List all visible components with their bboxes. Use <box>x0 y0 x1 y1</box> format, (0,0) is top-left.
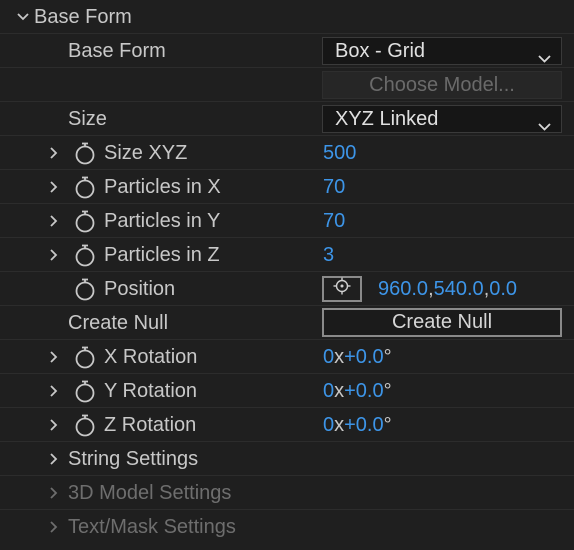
y-rotation-degree-symbol: ° <box>383 380 392 402</box>
x-rotation-degrees[interactable]: +0.0 <box>344 346 383 368</box>
size-row: Size XYZ Linked <box>0 102 574 136</box>
z-rotation-label: Z Rotation <box>104 414 197 436</box>
stopwatch-icon[interactable] <box>74 379 96 403</box>
size-label: Size <box>68 108 107 130</box>
z-rotation-revolutions[interactable]: 0 <box>323 414 334 436</box>
chevron-down-icon <box>538 46 551 69</box>
position-x-value[interactable]: 960.0 <box>378 278 428 300</box>
particles-in-x-row: Particles in X 70 <box>0 170 574 204</box>
size-selected: XYZ Linked <box>335 108 439 130</box>
chevron-right-icon[interactable] <box>48 179 60 195</box>
chevron-right-icon[interactable] <box>48 417 60 433</box>
chevron-right-icon[interactable] <box>48 213 60 229</box>
particles-in-y-label: Particles in Y <box>104 210 221 232</box>
chevron-right-icon[interactable] <box>48 383 60 399</box>
chevron-down-icon[interactable] <box>17 9 29 25</box>
particles-in-y-row: Particles in Y 70 <box>0 204 574 238</box>
z-rotation-x-sign: x <box>334 414 345 436</box>
z-rotation-value: 0x+0.0° <box>323 408 392 442</box>
y-rotation-x-sign: x <box>334 380 345 402</box>
chevron-right-icon[interactable] <box>48 247 60 263</box>
choose-model-row: Choose Model... <box>0 68 574 102</box>
chevron-down-icon <box>538 114 551 137</box>
choose-model-button: Choose Model... <box>322 71 562 99</box>
base-form-row: Base Form Box - Grid <box>0 34 574 68</box>
create-null-row: Create Null Create Null <box>0 306 574 340</box>
base-form-dropdown[interactable]: Box - Grid <box>322 37 562 65</box>
y-rotation-value: 0x+0.0° <box>323 374 392 408</box>
particles-in-z-row: Particles in Z 3 <box>0 238 574 272</box>
stopwatch-icon[interactable] <box>74 277 96 301</box>
position-target-button[interactable] <box>322 276 362 302</box>
chevron-right-icon[interactable] <box>48 451 60 467</box>
section-header-base-form[interactable]: Base Form <box>0 0 574 34</box>
y-rotation-revolutions[interactable]: 0 <box>323 380 334 402</box>
create-null-label: Create Null <box>68 312 169 334</box>
stopwatch-icon[interactable] <box>74 243 96 267</box>
particles-in-z-label: Particles in Z <box>104 244 220 266</box>
position-label: Position <box>104 278 176 300</box>
x-rotation-label: X Rotation <box>104 346 198 368</box>
particles-in-y-value[interactable]: 70 <box>323 204 345 238</box>
position-value: 960.0,540.0,0.0 <box>378 272 517 306</box>
text-mask-settings-group[interactable]: Text/Mask Settings <box>0 510 574 544</box>
y-rotation-degrees[interactable]: +0.0 <box>344 380 383 402</box>
particles-in-z-value[interactable]: 3 <box>323 238 334 272</box>
stopwatch-icon[interactable] <box>74 175 96 199</box>
z-rotation-degrees[interactable]: +0.0 <box>344 414 383 436</box>
z-rotation-degree-symbol: ° <box>383 414 392 436</box>
particles-in-x-label: Particles in X <box>104 176 221 198</box>
stopwatch-icon[interactable] <box>74 345 96 369</box>
z-rotation-row: Z Rotation 0x+0.0° <box>0 408 574 442</box>
string-settings-group[interactable]: String Settings <box>0 442 574 476</box>
section-title: Base Form <box>34 6 132 28</box>
particles-in-x-value[interactable]: 70 <box>323 170 345 204</box>
string-settings-label: String Settings <box>68 448 199 470</box>
stopwatch-icon[interactable] <box>74 141 96 165</box>
base-form-label: Base Form <box>68 40 166 62</box>
size-xyz-value[interactable]: 500 <box>323 136 356 170</box>
position-z-value[interactable]: 0.0 <box>489 278 517 300</box>
chevron-right-icon[interactable] <box>48 519 60 535</box>
base-form-panel: Base Form Base Form Box - Grid Choose Mo… <box>0 0 574 550</box>
position-y-value[interactable]: 540.0 <box>434 278 484 300</box>
x-rotation-x-sign: x <box>334 346 345 368</box>
create-null-button[interactable]: Create Null <box>322 308 562 337</box>
position-row: Position 960.0,540.0,0.0 <box>0 272 574 306</box>
chevron-right-icon[interactable] <box>48 349 60 365</box>
size-xyz-row: Size XYZ 500 <box>0 136 574 170</box>
base-form-selected: Box - Grid <box>335 40 426 62</box>
stopwatch-icon[interactable] <box>74 413 96 437</box>
x-rotation-revolutions[interactable]: 0 <box>323 346 334 368</box>
x-rotation-value: 0x+0.0° <box>323 340 392 374</box>
text-mask-settings-label: Text/Mask Settings <box>68 516 236 538</box>
crosshair-icon <box>333 277 351 301</box>
chevron-right-icon[interactable] <box>48 145 60 161</box>
stopwatch-icon[interactable] <box>74 209 96 233</box>
size-xyz-label: Size XYZ <box>104 142 188 164</box>
3d-model-settings-group[interactable]: 3D Model Settings <box>0 476 574 510</box>
y-rotation-row: Y Rotation 0x+0.0° <box>0 374 574 408</box>
size-dropdown[interactable]: XYZ Linked <box>322 105 562 133</box>
x-rotation-degree-symbol: ° <box>383 346 392 368</box>
3d-model-settings-label: 3D Model Settings <box>68 482 232 504</box>
x-rotation-row: X Rotation 0x+0.0° <box>0 340 574 374</box>
chevron-right-icon[interactable] <box>48 485 60 501</box>
y-rotation-label: Y Rotation <box>104 380 198 402</box>
